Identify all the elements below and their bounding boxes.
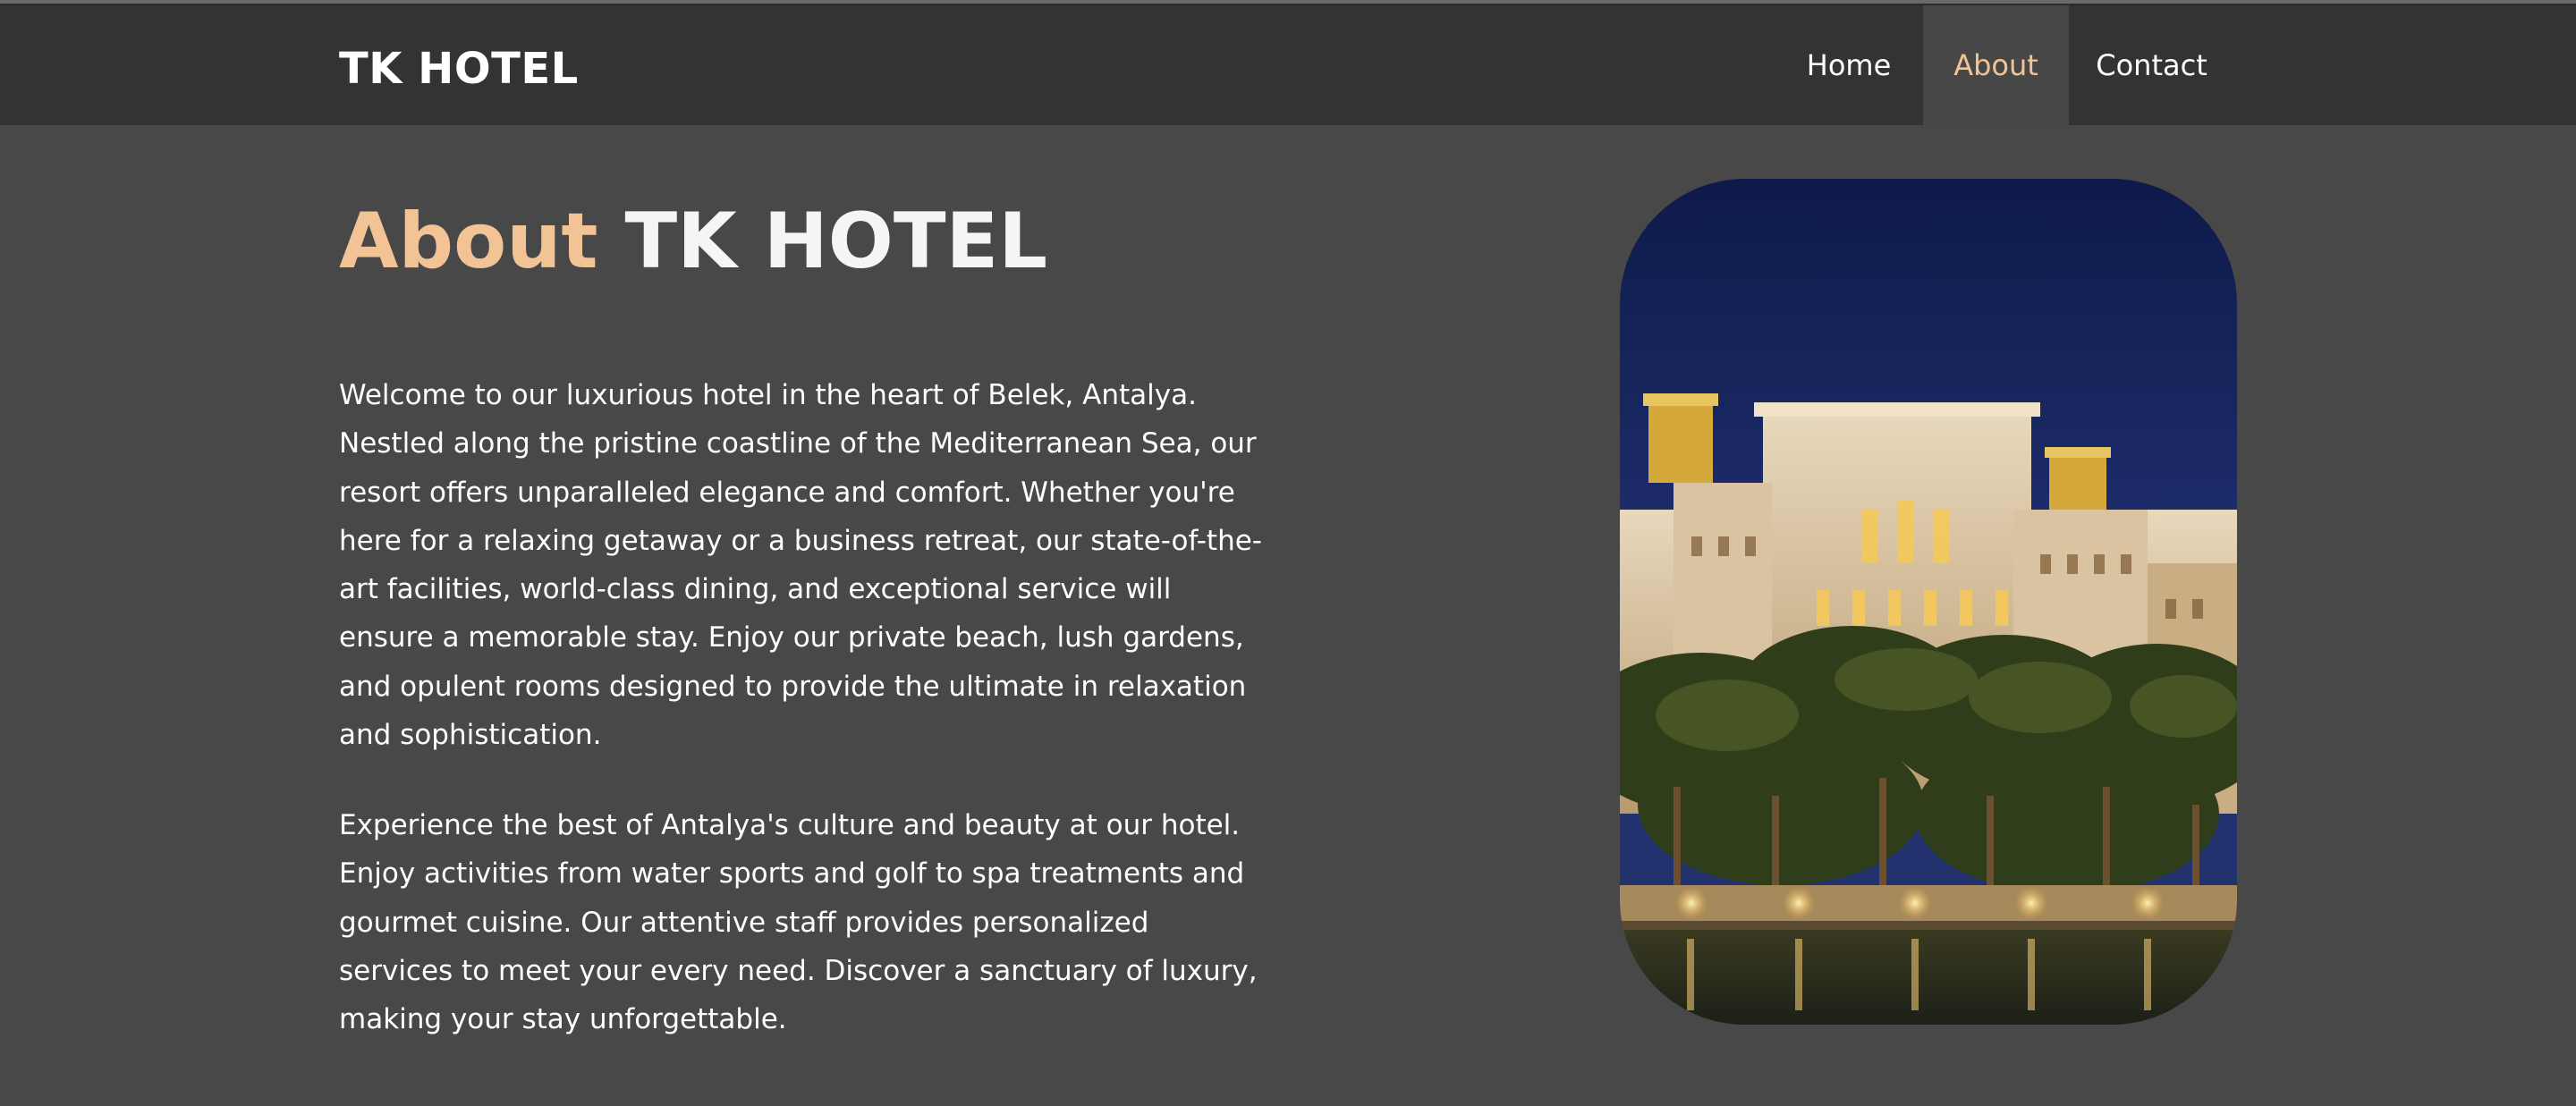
title-accent: About <box>339 197 598 286</box>
hotel-image <box>1620 179 2237 1025</box>
title-rest: TK HOTEL <box>624 197 1048 286</box>
nav-home[interactable]: Home <box>1791 5 1907 125</box>
page-title: About TK HOTEL <box>339 197 1047 286</box>
navbar: TK HOTEL Home About Contact <box>0 5 2576 125</box>
nav-about[interactable]: About <box>1923 5 2069 125</box>
intro-paragraph: Welcome to our luxurious hotel in the he… <box>339 379 1262 752</box>
nav-contact[interactable]: Contact <box>2069 5 2234 125</box>
experience-paragraph: Experience the best of Antalya's culture… <box>339 809 1258 1036</box>
brand-logo[interactable]: TK HOTEL <box>339 45 579 93</box>
